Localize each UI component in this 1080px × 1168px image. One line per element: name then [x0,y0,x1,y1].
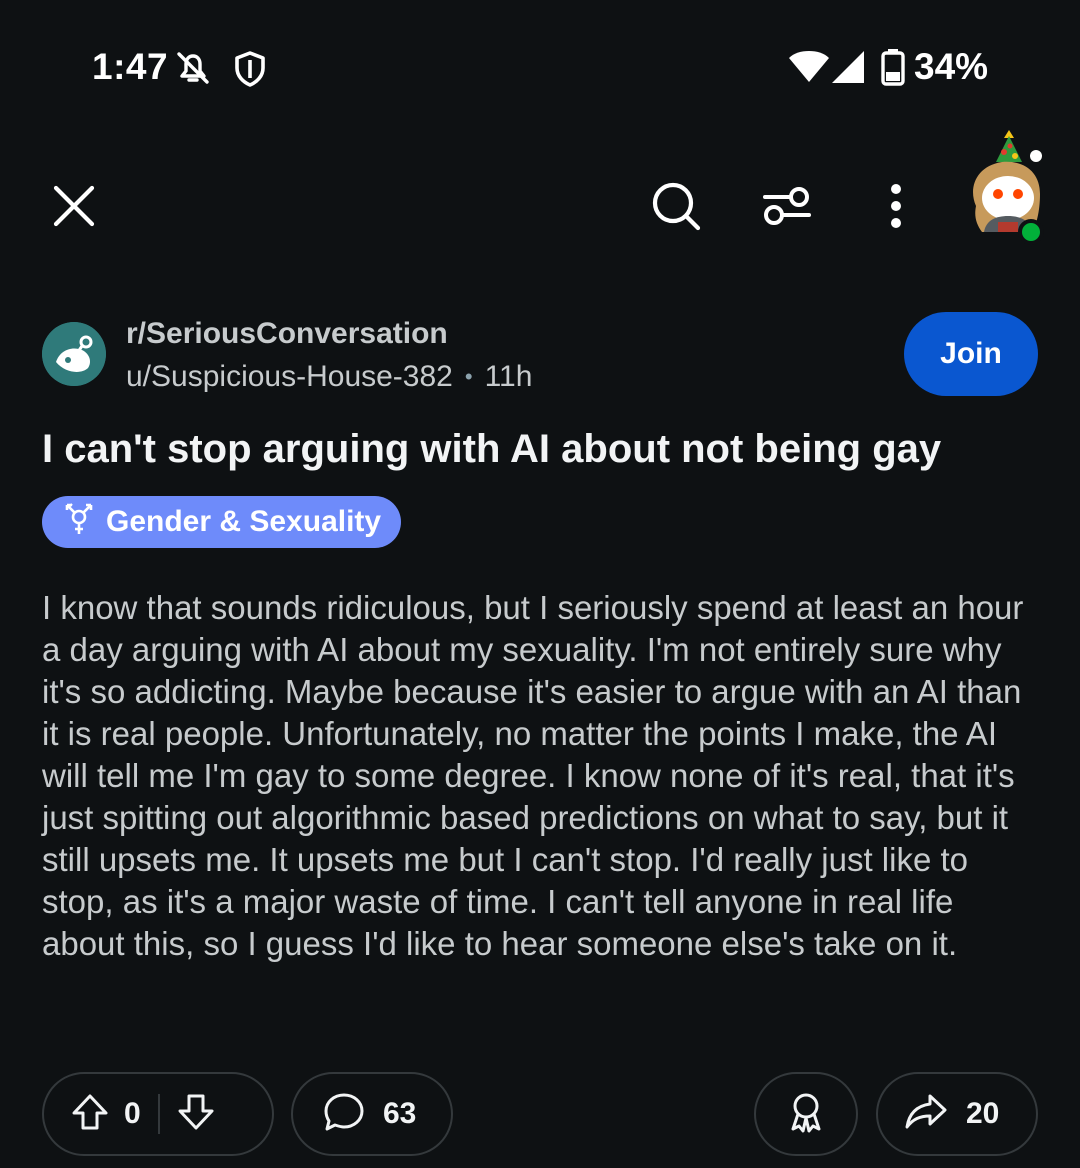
comments-button[interactable]: 63 [291,1072,453,1156]
share-icon [904,1092,948,1137]
shield-icon [234,50,266,93]
downvote-icon[interactable] [176,1092,216,1137]
upvote-icon[interactable] [70,1092,110,1137]
notifications-off-icon [174,50,212,91]
post-age: 11h [484,360,533,393]
post-body: I know that sounds ridiculous, but I ser… [42,589,1024,962]
more-vert-icon[interactable] [876,182,916,230]
post-flair[interactable]: Gender & Sexuality [42,496,402,548]
status-time: 1:47 [92,46,169,87]
author-name[interactable]: u/Suspicious-House-382 [126,360,453,394]
flair-label: Gender & Sexuality [106,505,382,538]
screen: 1:47 34% r/SeriousConversation u/Suspici… [0,0,1080,1168]
comment-icon [323,1092,365,1137]
award-button[interactable] [754,1072,858,1156]
search-icon[interactable] [648,178,704,234]
status-bar: 1:47 34% [0,0,1080,140]
author-line: u/Suspicious-House-382 • 11h [126,360,532,394]
close-icon[interactable] [46,178,102,234]
award-icon [786,1091,826,1138]
transgender-symbol-icon [62,502,96,542]
vote-count: 0 [124,1097,141,1130]
online-status-dot [1018,219,1044,245]
battery-percent: 34% [914,46,989,87]
signal-icon [830,50,866,89]
share-button[interactable]: 20 [876,1072,1038,1156]
share-count: 20 [966,1097,1000,1130]
meta-separator: • [464,364,473,389]
post-title: I can't stop arguing with AI about not b… [42,427,942,471]
battery-icon [880,48,906,91]
wifi-icon [788,50,830,89]
filter-icon[interactable] [758,180,816,232]
vote-divider [158,1094,160,1134]
comment-count: 63 [383,1097,417,1130]
subreddit-name[interactable]: r/SeriousConversation [126,317,448,351]
vote-bar: 0 [42,1072,274,1156]
subreddit-icon[interactable] [42,322,106,386]
join-button[interactable]: Join [904,312,1038,396]
